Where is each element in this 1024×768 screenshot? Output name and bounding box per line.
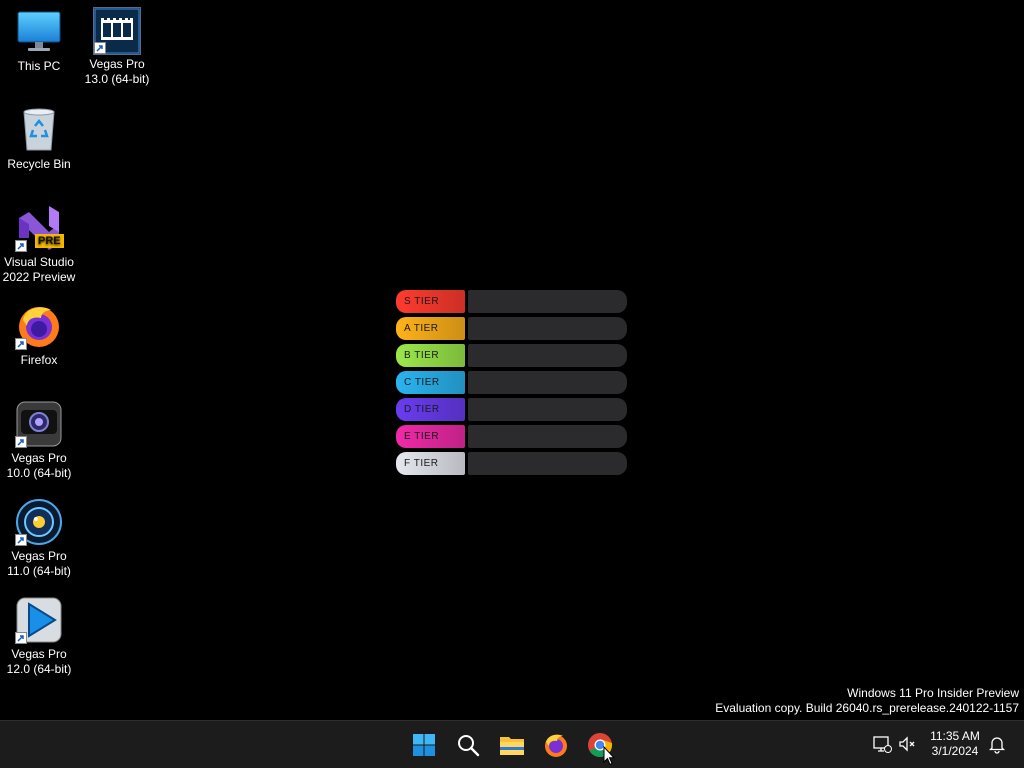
tier-row: B TIER [396,344,628,367]
recycle-bin-icon [15,106,63,154]
taskbar-clock[interactable]: 11:35 AM 3/1/2024 [922,729,988,759]
desktop-icon-visual-studio-2022-preview[interactable]: PRE Visual Studio 2022 Preview [0,204,78,285]
tier-row: F TIER [396,452,628,475]
tier-list-wallpaper: S TIER A TIER B TIER C TIER D TIER E TIER F TI… [396,290,628,479]
file-explorer-button[interactable] [492,725,532,765]
firefox-icon [15,302,63,350]
film-strip-icon [93,7,141,55]
desktop-icon-label: Vegas Pro [11,647,67,661]
desktop-icon-recycle-bin[interactable]: Recycle Bin [0,106,78,172]
desktop-icon-label: Vegas Pro [11,451,67,465]
shortcut-arrow-icon [15,436,27,448]
preview-badge: PRE [35,234,64,248]
watermark-edition: Windows 11 Pro Insider Preview [847,686,1019,700]
tier-label: D TIER [396,398,465,421]
watermark-build: Evaluation copy. Build 26040.rs_prerelea… [715,701,1019,715]
desktop-icon-label: Vegas Pro [11,549,67,563]
shortcut-arrow-icon [15,240,27,252]
desktop-icon-label-line2: 11.0 (64-bit) [7,564,71,578]
tier-track [468,344,627,367]
clock-date: 3/1/2024 [931,744,979,758]
desktop-icon-label-line2: 12.0 (64-bit) [6,662,72,676]
tier-label: E TIER [396,425,465,448]
tier-label: C TIER [396,371,465,394]
windows-logo-icon [413,734,435,756]
tier-track [468,371,627,394]
tier-track [468,452,627,475]
tier-row: C TIER [396,371,628,394]
mouse-cursor-icon [603,746,615,766]
shortcut-arrow-icon [15,632,27,644]
desktop-icon-vegas-pro-10[interactable]: Vegas Pro 10.0 (64-bit) [0,400,78,481]
desktop-icon-this-pc[interactable]: This PC [0,8,78,74]
desktop-icon-label: Recycle Bin [7,157,71,171]
firefox-icon [545,734,567,757]
desktop-icon-label-line2: 13.0 (64-bit) [84,72,150,86]
tier-label: A TIER [396,317,465,340]
desktop-icon-firefox[interactable]: Firefox [0,302,78,368]
tier-track [468,290,627,313]
windows-watermark: Windows 11 Pro Insider Preview Evaluatio… [715,686,1019,716]
folder-icon [500,737,524,755]
desktop-icon-label: Visual Studio [4,255,74,269]
search-button[interactable] [448,725,488,765]
tier-label: B TIER [396,344,465,367]
tier-track [468,425,627,448]
desktop-icon-vegas-pro-13[interactable]: Vegas Pro 13.0 (64-bit) [78,7,156,87]
volume-muted-icon[interactable] [897,734,917,754]
tier-track [468,398,627,421]
tier-row: S TIER [396,290,628,313]
search-icon [458,735,480,757]
desktop-icon-label-line2: 10.0 (64-bit) [6,466,72,480]
camera-lens-icon [15,498,63,546]
desktop-icon-label: Vegas Pro [89,57,145,71]
tier-row: E TIER [396,425,628,448]
tier-label: S TIER [396,290,465,313]
play-button-icon [15,596,63,644]
firefox-taskbar-button[interactable] [536,725,576,765]
shortcut-arrow-icon [15,338,27,350]
tier-row: A TIER [396,317,628,340]
network-icon[interactable] [872,734,892,754]
tier-row: D TIER [396,398,628,421]
desktop-icon-vegas-pro-11[interactable]: Vegas Pro 11.0 (64-bit) [0,498,78,579]
tier-label: F TIER [396,452,465,475]
desktop-icon-vegas-pro-12[interactable]: Vegas Pro 12.0 (64-bit) [0,596,78,677]
notification-bell-icon[interactable] [987,734,1007,754]
taskbar: 11:35 AM 3/1/2024 [0,720,1024,768]
start-button[interactable] [404,725,444,765]
shortcut-arrow-icon [94,42,106,54]
desktop-icon-label: Firefox [20,353,58,367]
desktop-icon-label: This PC [17,59,61,73]
monitor-icon [15,8,63,56]
desktop-icon-label-line2: 2022 Preview [2,270,76,284]
clock-time: 11:35 AM [930,729,980,743]
shortcut-arrow-icon [15,534,27,546]
wallpaper-side-text [390,428,396,480]
camera-app-icon [15,400,63,448]
tier-track [468,317,627,340]
visual-studio-icon: PRE [15,204,64,252]
